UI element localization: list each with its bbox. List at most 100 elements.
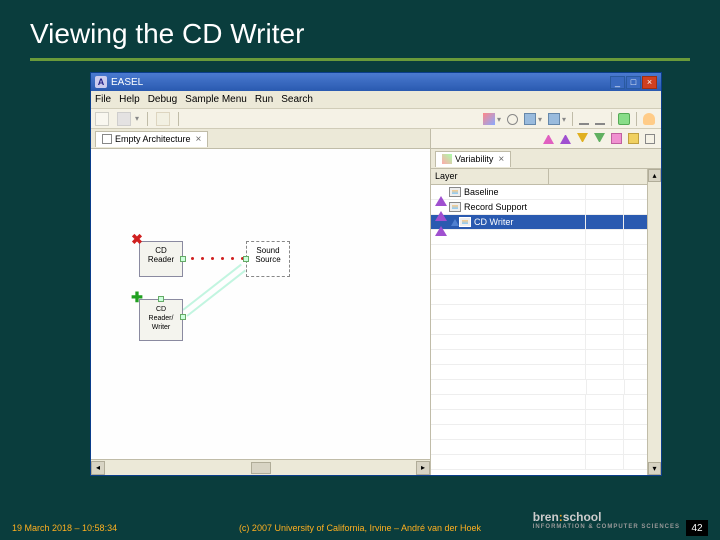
cd-writer-label: CD Writer — [474, 217, 513, 227]
cube2-dd[interactable]: ▾ — [562, 115, 566, 124]
sound-source-label: Sound Source — [255, 246, 280, 264]
deleted-connector-dot — [211, 257, 214, 260]
toolbar-sep-1 — [147, 112, 148, 126]
tree-header-layer-col[interactable]: Layer — [431, 169, 549, 184]
titlebar: A EASEL _ □ × — [91, 73, 661, 91]
layer-item-icon — [449, 187, 461, 197]
port-right[interactable] — [180, 256, 186, 262]
menu-file[interactable]: File — [95, 94, 111, 105]
baseline-label: Baseline — [464, 187, 499, 197]
footer-copyright: (c) 2007 University of California, Irvin… — [239, 523, 481, 533]
move-down-green-icon[interactable] — [594, 133, 605, 144]
menu-run[interactable]: Run — [255, 94, 273, 105]
rt-sep-2 — [611, 112, 612, 126]
rt-sep-3 — [636, 112, 637, 126]
menu-help[interactable]: Help — [119, 94, 140, 105]
rt-sep-1 — [572, 112, 573, 126]
link-icon[interactable] — [579, 113, 589, 125]
added-connector — [186, 270, 246, 317]
slide-footer: 19 March 2018 – 10:58:34 (c) 2007 Univer… — [0, 520, 720, 536]
canvas-pane: Empty Architecture × ✖ — [91, 129, 431, 475]
link2-icon[interactable] — [595, 113, 605, 125]
move-down-yellow-icon[interactable] — [577, 133, 588, 144]
cube-dd[interactable]: ▾ — [538, 115, 542, 124]
wand-icon[interactable] — [618, 113, 630, 125]
layer-icon-btn[interactable] — [483, 113, 495, 125]
menu-debug[interactable]: Debug — [148, 94, 177, 105]
layer-item-icon — [459, 217, 471, 227]
minimize-button[interactable]: _ — [610, 76, 625, 89]
variability-tab-icon — [442, 154, 452, 164]
added-connector — [182, 264, 242, 311]
layer-item-icon — [449, 202, 461, 212]
variability-toolbar — [431, 129, 661, 149]
tree-grid — [549, 185, 661, 475]
tree-header: Layer — [431, 169, 661, 185]
scroll-down-button[interactable]: ▾ — [648, 462, 661, 475]
deleted-connector-dot — [191, 257, 194, 260]
scroll-thumb[interactable] — [251, 462, 271, 474]
yellow-layer-icon[interactable] — [628, 133, 639, 144]
logo-school: school — [563, 510, 602, 524]
tree-header-col2[interactable] — [549, 169, 661, 184]
removed-badge-icon: ✖ — [130, 232, 144, 246]
port-right[interactable] — [180, 314, 186, 320]
collapse-icon[interactable] — [645, 134, 655, 144]
canvas-tab-label: Empty Architecture — [115, 134, 191, 144]
footer-date: 19 March 2018 – 10:58:34 — [12, 523, 117, 533]
toolbar-sep-2 — [178, 112, 179, 126]
close-button[interactable]: × — [642, 76, 657, 89]
move-up-pink-icon[interactable] — [543, 133, 554, 144]
workspace: Empty Architecture × ✖ — [91, 129, 661, 475]
cube2-icon[interactable] — [548, 113, 560, 125]
sound-source-component[interactable]: Sound Source — [246, 241, 290, 277]
cd-reader-label: CD Reader — [148, 246, 174, 264]
cd-reader-writer-component[interactable]: ✚ CD Reader/ Writer — [139, 299, 183, 341]
canvas-area[interactable]: ✖ CD Reader Sound Source ✚ CD Reader/ Wr… — [91, 149, 430, 457]
record-support-label: Record Support — [464, 202, 527, 212]
canvas-h-scrollbar[interactable]: ◂ ▸ — [91, 459, 430, 475]
port-top[interactable] — [158, 296, 164, 302]
logo-bren: bren — [533, 510, 559, 524]
variability-pane: Variability × Layer Baseline — [431, 129, 661, 475]
deleted-connector-dot — [231, 257, 234, 260]
menu-search[interactable]: Search — [281, 94, 313, 105]
slide-title: Viewing the CD Writer — [0, 0, 720, 58]
tree-v-scrollbar[interactable]: ▴ ▾ — [647, 169, 661, 475]
scroll-left-button[interactable]: ◂ — [91, 461, 105, 475]
bren-logo: bren:school INFORMATION & COMPUTER SCIEN… — [533, 510, 680, 530]
page-number: 42 — [686, 520, 708, 536]
variability-tab-close[interactable]: × — [498, 154, 504, 165]
pink-layer-icon[interactable] — [611, 133, 622, 144]
deleted-connector-dot — [201, 257, 204, 260]
variability-tab-label: Variability — [455, 154, 493, 164]
variability-tab[interactable]: Variability × — [435, 151, 511, 167]
save-dropdown[interactable]: ▾ — [135, 114, 139, 123]
save-icon[interactable] — [117, 112, 131, 126]
cube-icon[interactable] — [524, 113, 536, 125]
layer-dd[interactable]: ▾ — [497, 115, 501, 124]
new-icon[interactable] — [95, 112, 109, 126]
circles-icon[interactable] — [507, 114, 518, 125]
port-left[interactable] — [243, 256, 249, 262]
cd-reader-component[interactable]: ✖ CD Reader — [139, 241, 183, 277]
scroll-right-button[interactable]: ▸ — [416, 461, 430, 475]
window-title: EASEL — [111, 77, 143, 88]
collapse-triangle-icon[interactable] — [435, 216, 447, 236]
canvas-tab[interactable]: Empty Architecture × — [95, 131, 208, 147]
persons-icon[interactable] — [643, 113, 655, 125]
logo-subtitle: INFORMATION & COMPUTER SCIENCES — [533, 524, 680, 530]
app-window: A EASEL _ □ × File Help Debug Sample Men… — [90, 72, 662, 476]
open-icon[interactable] — [156, 112, 170, 126]
right-top-toolbar: ▾ ▾ ▾ — [483, 109, 659, 129]
layer-tree: Layer Baseline Record Support — [431, 169, 661, 475]
canvas-tab-close[interactable]: × — [196, 134, 202, 145]
menu-sample[interactable]: Sample Menu — [185, 94, 247, 105]
document-icon — [102, 134, 112, 144]
move-up-purple-icon[interactable] — [560, 133, 571, 144]
scroll-up-button[interactable]: ▴ — [648, 169, 661, 182]
maximize-button[interactable]: □ — [626, 76, 641, 89]
added-badge-icon: ✚ — [130, 290, 144, 304]
cd-rw-label: CD Reader/ Writer — [149, 306, 174, 331]
child-triangle-icon — [451, 219, 459, 226]
